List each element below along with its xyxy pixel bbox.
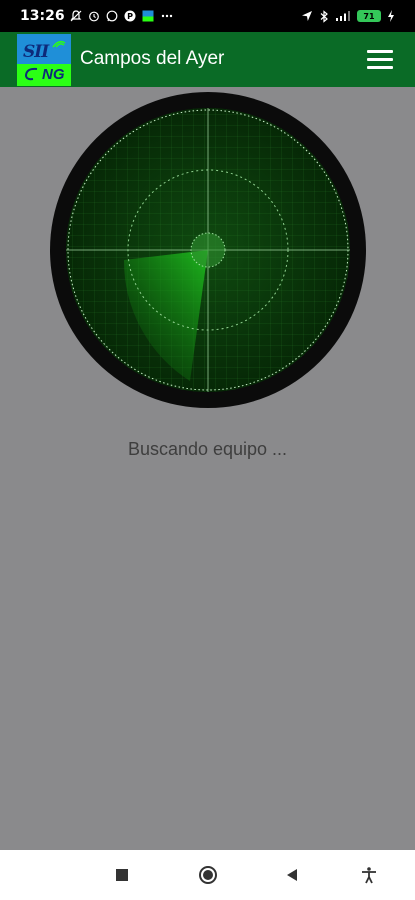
recents-square-icon[interactable] <box>111 864 133 886</box>
svg-text:P: P <box>127 12 133 21</box>
logo-swirl-icon <box>24 67 38 81</box>
bluetooth-icon <box>320 9 328 23</box>
logo-text-bottom: NG <box>42 66 65 83</box>
battery-icon: 71 <box>357 10 381 22</box>
wifi-waves-icon <box>52 40 66 48</box>
system-nav-bar <box>0 850 415 900</box>
more-dots-icon <box>161 14 173 18</box>
accessibility-icon[interactable] <box>358 864 380 886</box>
p-icon: P <box>124 10 136 22</box>
signal-icon <box>336 11 350 21</box>
home-circle-icon[interactable] <box>197 864 219 886</box>
app-bar: SII NG Campos del Ayer <box>0 32 415 87</box>
app-title: Campos del Ayer <box>80 48 225 69</box>
logo-text-top: SII <box>23 42 49 62</box>
status-right-icons: 71 <box>301 8 395 24</box>
whatsapp-icon <box>106 10 118 22</box>
radar-scanner-icon <box>50 92 366 408</box>
location-icon <box>302 11 312 21</box>
hamburger-menu-icon[interactable] <box>367 50 393 70</box>
back-triangle-icon[interactable] <box>281 864 303 886</box>
app-icon <box>142 10 154 22</box>
charging-icon <box>388 10 394 22</box>
alarm-icon <box>89 11 99 22</box>
search-status-text: Buscando equipo ... <box>127 439 288 459</box>
status-left-icons: P <box>70 8 174 24</box>
status-bar: 13:26 P 71 <box>0 0 415 32</box>
status-time: 13:26 <box>20 8 65 24</box>
mute-icon <box>70 10 82 22</box>
app-logo: SII NG <box>17 34 71 86</box>
